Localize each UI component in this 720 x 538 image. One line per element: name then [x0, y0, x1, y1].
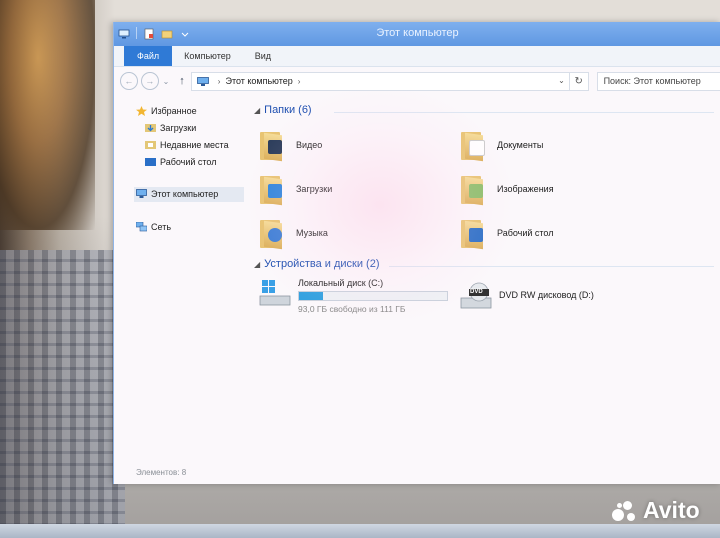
nav-recent-places[interactable]: Недавние места — [145, 140, 229, 150]
downloads-folder-icon — [258, 172, 288, 206]
star-icon — [136, 106, 147, 116]
music-folder-icon — [258, 216, 288, 250]
breadcrumb-this-pc[interactable]: Этот компьютер — [225, 76, 292, 86]
devices-group-header[interactable]: ◢ Устройства и диски (2) — [254, 258, 379, 270]
folder-pictures-label: Изображения — [497, 184, 554, 194]
explorer-window: Этот компьютер Файл Компьютер Вид ← → ⌄ … — [113, 22, 720, 484]
back-button[interactable]: ← — [120, 72, 138, 90]
folder-documents[interactable]: Документы — [459, 128, 543, 162]
devices-group-title: Устройства и диски (2) — [264, 258, 380, 270]
folder-pictures[interactable]: Изображения — [459, 172, 554, 206]
refresh-button[interactable]: ↻ — [569, 71, 589, 91]
taskbar — [0, 524, 720, 538]
video-folder-icon — [258, 128, 288, 162]
avito-logo-icon — [612, 499, 638, 523]
status-bar-count: Элементов: 8 — [136, 468, 187, 477]
content-pane: ◢ Папки (6) Видео Загрузки Музыка Докуме… — [254, 102, 720, 482]
folder-documents-label: Документы — [497, 140, 544, 150]
folder-desktop[interactable]: Рабочий стол — [459, 216, 554, 250]
desktop-icon — [145, 157, 156, 167]
address-field[interactable]: › Этот компьютер › ⌄ — [190, 71, 570, 91]
breadcrumb-chevron-icon[interactable]: › — [298, 77, 301, 86]
nav-favorites-label: Избранное — [151, 106, 197, 116]
tab-view[interactable]: Вид — [243, 46, 283, 66]
nav-favorites[interactable]: Избранное — [136, 106, 197, 116]
windows-drive-icon — [258, 278, 292, 308]
local-disk-label: Локальный диск (C:) — [298, 278, 384, 288]
collapse-arrow-icon[interactable]: ◢ — [254, 260, 260, 269]
refresh-icon: ↻ — [574, 75, 583, 87]
tab-file[interactable]: Файл — [124, 46, 173, 66]
history-dropdown-icon[interactable]: ⌄ — [163, 77, 170, 86]
forward-button[interactable]: → — [140, 72, 159, 90]
dvd-drive-d[interactable]: DVD DVD RW дисковод (D:) — [459, 282, 594, 312]
documents-folder-icon — [459, 128, 489, 162]
tab-computer[interactable]: Компьютер — [172, 46, 243, 66]
nav-recent-label: Недавние места — [160, 140, 229, 150]
address-dropdown-icon[interactable]: ⌄ — [558, 76, 565, 85]
folders-group-title: Папки (6) — [264, 104, 312, 116]
dvd-badge-text: DVD — [470, 289, 483, 295]
nav-desktop-label: Рабочий стол — [160, 157, 217, 167]
navigation-pane: Избранное Загрузки Недавние места Рабочи… — [114, 102, 246, 482]
folders-group-header[interactable]: ◢ Папки (6) — [254, 104, 312, 116]
nav-downloads-label: Загрузки — [160, 123, 197, 133]
avito-watermark: Avito — [612, 497, 700, 524]
dvd-drive-label: DVD RW дисковод (D:) — [499, 290, 594, 300]
desktop-folder-icon — [459, 216, 489, 250]
pictures-folder-icon — [459, 172, 489, 206]
group-divider — [389, 266, 714, 267]
download-icon — [145, 123, 156, 133]
local-disk-free-space: 93,0 ГБ свободно из 111 ГБ — [298, 304, 406, 314]
wallpaper-tree — [0, 0, 95, 230]
folder-desktop-label: Рабочий стол — [497, 228, 554, 238]
group-divider — [334, 112, 714, 113]
folder-video-label: Видео — [296, 140, 323, 150]
folder-music-label: Музыка — [296, 228, 328, 238]
search-input[interactable]: Поиск: Этот компьютер — [596, 71, 720, 91]
arrow-left-icon: ← — [124, 76, 134, 86]
network-icon — [135, 221, 148, 232]
collapse-arrow-icon[interactable]: ◢ — [254, 106, 260, 115]
local-disk-c[interactable]: Локальный диск (C:) 93,0 ГБ свободно из … — [258, 278, 448, 314]
folder-music[interactable]: Музыка — [258, 216, 328, 250]
ribbon-tabs: Файл Компьютер Вид — [114, 46, 720, 67]
folder-downloads-label: Загрузки — [296, 184, 333, 194]
recent-places-icon — [145, 140, 156, 150]
computer-icon — [136, 189, 147, 199]
arrow-right-icon: → — [145, 76, 155, 86]
up-button[interactable]: ↑ — [179, 75, 185, 87]
nav-network-label: Сеть — [151, 222, 172, 232]
folder-video[interactable]: Видео — [258, 128, 322, 162]
nav-network[interactable]: Сеть — [135, 221, 172, 232]
address-bar: ← → ⌄ ↑ › Этот компьютер › ⌄ ↻ Поиск: Эт… — [114, 67, 720, 95]
nav-this-pc-label: Этот компьютер — [151, 189, 219, 199]
title-bar[interactable]: Этот компьютер — [114, 22, 720, 46]
folder-downloads[interactable]: Загрузки — [258, 172, 332, 206]
computer-icon — [196, 76, 209, 86]
breadcrumb-chevron-icon[interactable]: › — [218, 77, 221, 86]
nav-this-pc[interactable]: Этот компьютер — [136, 189, 218, 199]
disk-usage-fill — [299, 292, 323, 300]
window-title: Этот компьютер — [376, 27, 459, 39]
avito-watermark-text: Avito — [643, 497, 700, 523]
nav-downloads[interactable]: Загрузки — [145, 123, 196, 133]
dvd-drive-icon: DVD — [459, 282, 493, 312]
nav-desktop[interactable]: Рабочий стол — [145, 157, 217, 167]
disk-usage-bar — [298, 291, 448, 301]
wallpaper-street — [0, 250, 125, 538]
